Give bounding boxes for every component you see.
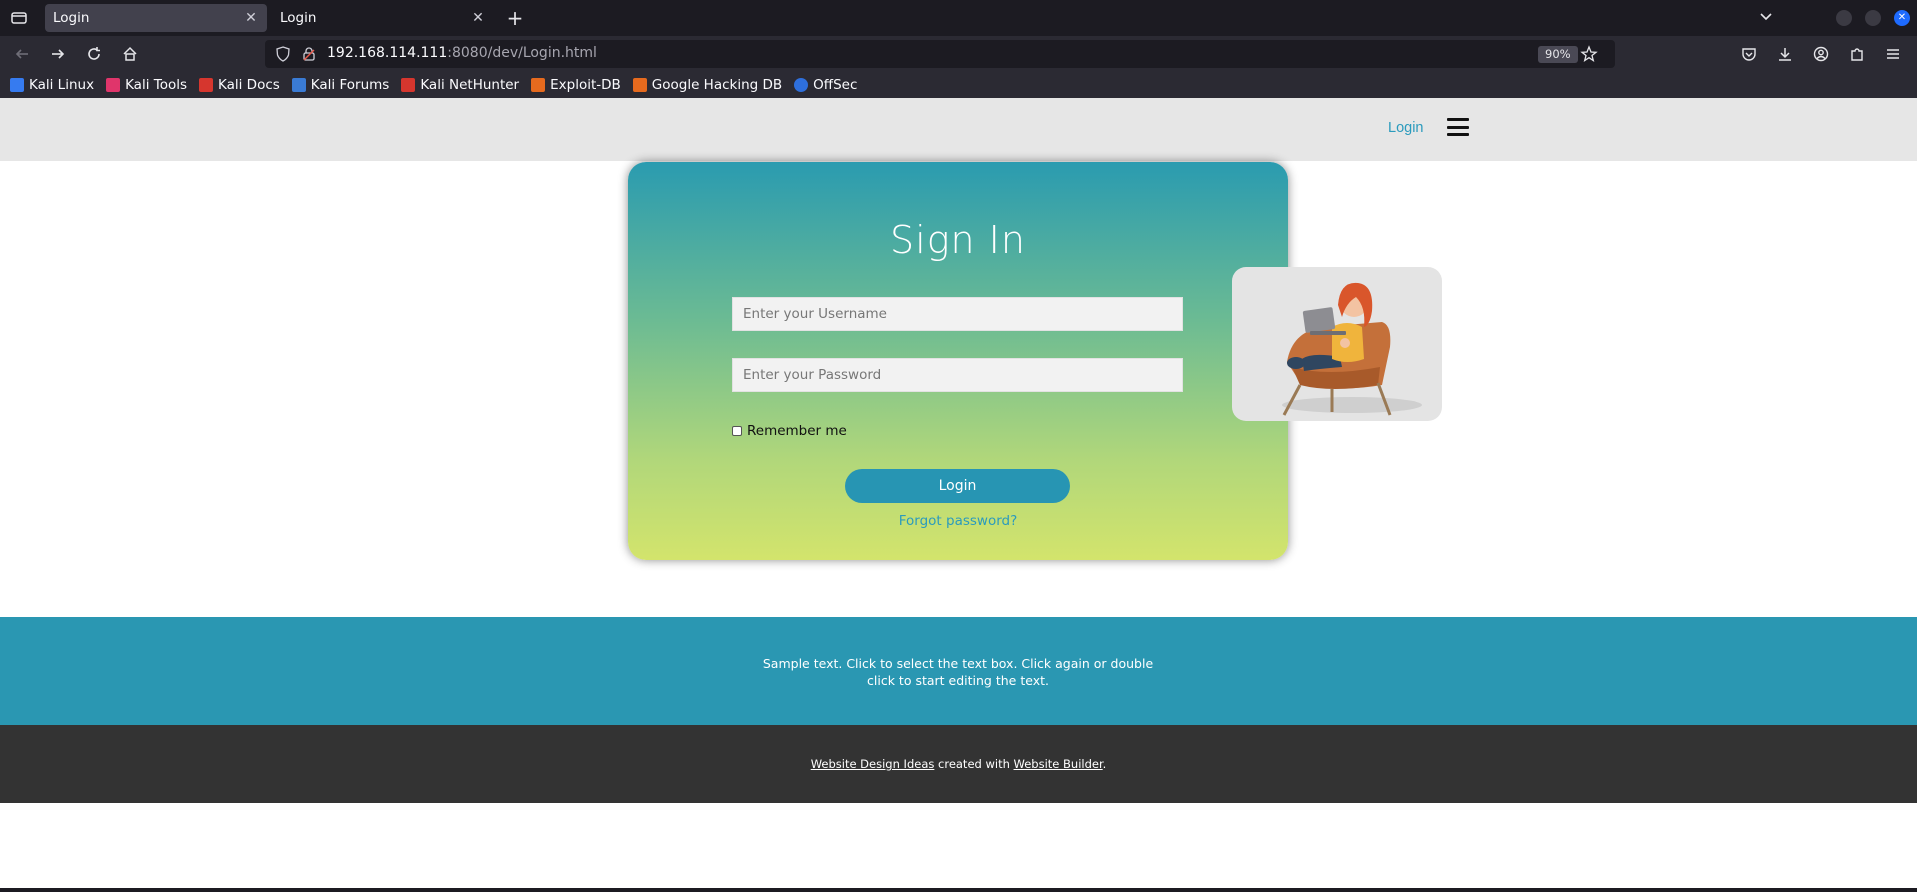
chevron-down-icon[interactable]	[1758, 8, 1778, 28]
bookmark-label: Kali Linux	[29, 77, 95, 93]
website-design-ideas-link[interactable]: Website Design Ideas	[811, 757, 935, 771]
bookmark-kali-docs[interactable]: Kali Docs	[199, 77, 280, 93]
bookmark-label: Kali Docs	[218, 77, 280, 93]
footer-sample-section: Sample text. Click to select the text bo…	[0, 617, 1917, 725]
bookmark-kali-linux[interactable]: Kali Linux	[10, 77, 94, 93]
bookmark-kali-forums[interactable]: Kali Forums	[291, 77, 390, 93]
bookmark-google-hacking-db[interactable]: Google Hacking DB	[632, 77, 783, 93]
kali-forums-icon	[291, 78, 306, 92]
bookmark-label: Kali Forums	[310, 77, 390, 93]
google-hacking-db-icon	[632, 78, 647, 92]
sign-in-card: Sign In Enter your Username Enter your P…	[628, 162, 1288, 560]
exploit-db-icon	[531, 78, 546, 92]
woman-laptop-illustration	[1232, 267, 1442, 421]
tab-list-icon[interactable]	[0, 0, 38, 36]
lock-icon[interactable]	[301, 46, 317, 62]
kali-docs-icon	[199, 78, 213, 92]
tab-title: Login	[53, 10, 90, 26]
bookmark-star-icon[interactable]	[1580, 45, 1598, 63]
bookmark-label: Google Hacking DB	[651, 77, 783, 93]
hamburger-menu-icon[interactable]	[1447, 118, 1469, 136]
address-bar[interactable]: 192.168.114.111:8080/dev/Login.html 90%	[265, 40, 1615, 68]
footer-middle-text: created with	[934, 757, 1014, 771]
browser-tab[interactable]: Login ✕	[272, 4, 494, 32]
forgot-password-link[interactable]: Forgot password?	[628, 513, 1288, 529]
web-page: Login Sign In Enter your Username Enter …	[0, 98, 1917, 892]
url-host: 192.168.114.111	[327, 45, 448, 61]
sign-in-title: Sign In	[890, 218, 1026, 262]
window-close-button[interactable]: ✕	[1894, 10, 1910, 26]
zoom-level[interactable]: 90%	[1538, 46, 1578, 63]
password-input[interactable]: Enter your Password	[732, 358, 1183, 392]
extensions-icon[interactable]	[1847, 44, 1867, 64]
maximize-button[interactable]	[1865, 10, 1881, 26]
header-login-link[interactable]: Login	[1388, 120, 1423, 136]
shield-icon[interactable]	[275, 46, 291, 62]
bookmark-kali-tools[interactable]: Kali Tools	[106, 77, 187, 93]
forward-icon[interactable]	[48, 44, 68, 64]
back-icon[interactable]	[12, 44, 32, 64]
site-header: Login	[0, 98, 1917, 161]
kali-tools-icon	[106, 78, 121, 92]
website-builder-link[interactable]: Website Builder	[1014, 757, 1103, 771]
menu-icon[interactable]	[1883, 44, 1903, 64]
bookmark-label: Kali Tools	[125, 77, 187, 93]
bookmarks-bar: Kali Linux Kali Tools Kali Docs Kali For…	[0, 72, 1917, 98]
footer-end-text: .	[1102, 757, 1107, 771]
bookmark-kali-nethunter[interactable]: Kali NetHunter	[401, 77, 519, 93]
tab-title: Login	[280, 10, 317, 26]
footer-credits-text: Website Design Ideas created with Websit…	[0, 757, 1917, 771]
footer-credits: Website Design Ideas created with Websit…	[0, 725, 1917, 803]
minimize-button[interactable]	[1836, 10, 1852, 26]
url-path: :8080/dev/Login.html	[447, 45, 597, 61]
pocket-icon[interactable]	[1739, 44, 1759, 64]
bookmark-exploit-db[interactable]: Exploit-DB	[531, 77, 621, 93]
remember-me-label: Remember me	[747, 423, 847, 439]
browser-nav-bar: 192.168.114.111:8080/dev/Login.html 90%	[0, 36, 1917, 72]
username-input[interactable]: Enter your Username	[732, 297, 1183, 331]
kali-linux-icon	[10, 78, 24, 92]
downloads-icon[interactable]	[1775, 44, 1795, 64]
tab-close-icon[interactable]: ✕	[243, 10, 259, 26]
bottom-edge	[0, 888, 1917, 892]
bookmark-label: OffSec	[813, 77, 858, 93]
account-icon[interactable]	[1811, 44, 1831, 64]
kali-nethunter-icon	[401, 78, 416, 92]
tab-close-icon[interactable]: ✕	[470, 10, 486, 26]
bookmark-offsec[interactable]: OffSec	[794, 77, 857, 93]
bookmark-label: Exploit-DB	[550, 77, 621, 93]
login-button[interactable]: Login	[845, 469, 1070, 503]
footer-sample-text[interactable]: Sample text. Click to select the text bo…	[760, 655, 1156, 689]
home-icon[interactable]	[120, 44, 140, 64]
bookmark-label: Kali NetHunter	[420, 77, 520, 93]
browser-tab-active[interactable]: Login ✕	[45, 4, 267, 32]
new-tab-icon[interactable]: +	[503, 6, 527, 30]
remember-me-checkbox[interactable]	[732, 426, 742, 436]
offsec-icon	[794, 78, 809, 92]
remember-me-row: Remember me	[732, 423, 847, 439]
reload-icon[interactable]	[84, 44, 104, 64]
browser-tab-bar: Login ✕ Login ✕ +	[0, 0, 1917, 36]
url-text: 192.168.114.111:8080/dev/Login.html	[327, 45, 597, 61]
